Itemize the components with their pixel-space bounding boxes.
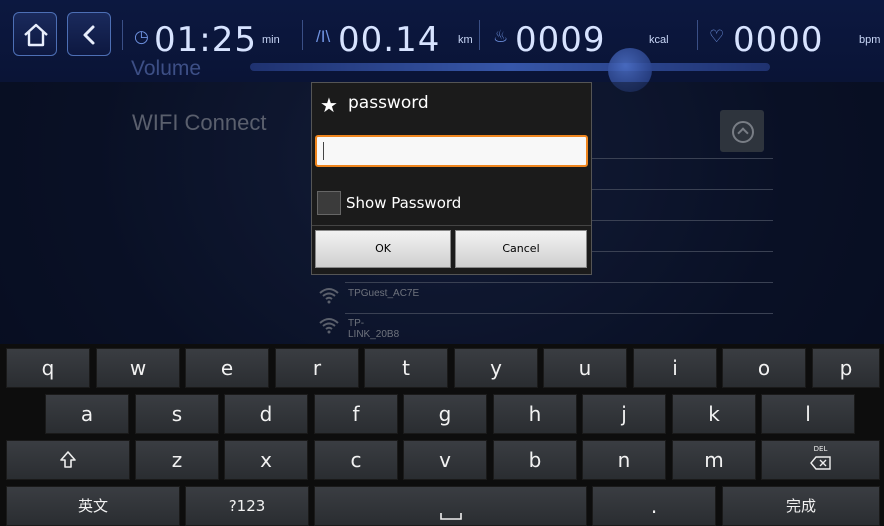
password-input[interactable] [315,135,588,167]
key-k[interactable]: k [672,394,756,434]
heart-rate-stat: ♡ 0000 bpm [709,10,881,60]
key-p[interactable]: p [812,348,880,388]
screen: ◷ 01:25 min /Ι\ 00.14 km ♨ 0009 kcal ♡ 0… [0,0,884,526]
key-l[interactable]: l [761,394,855,434]
key-z[interactable]: z [135,440,219,480]
key-n[interactable]: n [582,440,666,480]
distance-stat: /Ι\ 00.14 km [316,10,476,60]
volume-slider[interactable] [250,63,770,71]
divider [479,20,480,50]
flame-icon: ♨ [493,27,509,46]
key-y[interactable]: y [454,348,538,388]
password-dialog: ★ password Show Password OK Cancel [311,82,592,275]
cancel-button[interactable]: Cancel [455,230,587,268]
divider [697,20,698,50]
show-password-checkbox[interactable] [317,191,341,215]
text-cursor [323,142,324,160]
key-r[interactable]: r [275,348,359,388]
key-t[interactable]: t [364,348,448,388]
key-m[interactable]: m [672,440,756,480]
ok-button[interactable]: OK [315,230,451,268]
space-key[interactable] [314,486,587,526]
delete-key-hint: DEL [813,445,828,453]
key-b[interactable]: b [493,440,577,480]
calories-unit: kcal [649,34,669,46]
star-icon: ★ [320,95,338,117]
heart-icon: ♡ [709,27,725,46]
home-button[interactable] [13,12,57,56]
road-icon: /Ι\ [316,27,331,46]
key-u[interactable]: u [543,348,627,388]
key-j[interactable]: j [582,394,666,434]
key-x[interactable]: x [224,440,308,480]
done-key[interactable]: 完成 [722,486,880,526]
key-w[interactable]: w [96,348,180,388]
volume-label: Volume [131,57,202,80]
home-icon [24,23,48,47]
key-i[interactable]: i [633,348,717,388]
soft-keyboard: q w e r t y u i o p a s d f g h j k l z … [0,344,884,526]
shift-icon [60,451,76,468]
key-v[interactable]: v [403,440,487,480]
dialog-title: password [348,93,429,113]
shift-key[interactable] [6,440,130,480]
symbols-key[interactable]: ?123 [185,486,309,526]
key-a[interactable]: a [45,394,129,434]
divider [302,20,303,50]
key-o[interactable]: o [722,348,806,388]
key-e[interactable]: e [185,348,269,388]
divider [312,225,591,226]
distance-unit: km [458,34,473,46]
period-key[interactable]: . [592,486,716,526]
calories-value: 0009 [515,20,606,60]
time-unit: min [262,34,280,46]
status-bar: ◷ 01:25 min /Ι\ 00.14 km ♨ 0009 kcal ♡ 0… [0,0,884,92]
time-stat: ◷ 01:25 min [134,10,294,60]
key-q[interactable]: q [6,348,90,388]
back-button[interactable] [67,12,111,56]
key-h[interactable]: h [493,394,577,434]
key-f[interactable]: f [314,394,398,434]
key-g[interactable]: g [403,394,487,434]
time-value: 01:25 [154,20,257,60]
distance-value: 00.14 [338,20,441,60]
heart-rate-value: 0000 [733,20,824,60]
key-c[interactable]: c [314,440,398,480]
divider [122,20,123,50]
language-key[interactable]: 英文 [6,486,180,526]
key-d[interactable]: d [224,394,308,434]
backspace-icon [810,456,831,470]
space-icon [440,513,462,520]
key-s[interactable]: s [135,394,219,434]
delete-key[interactable]: DEL [761,440,880,480]
show-password-label[interactable]: Show Password [346,194,461,212]
chevron-left-icon [83,25,95,45]
heart-rate-unit: bpm [859,34,881,46]
clock-icon: ◷ [134,27,149,46]
